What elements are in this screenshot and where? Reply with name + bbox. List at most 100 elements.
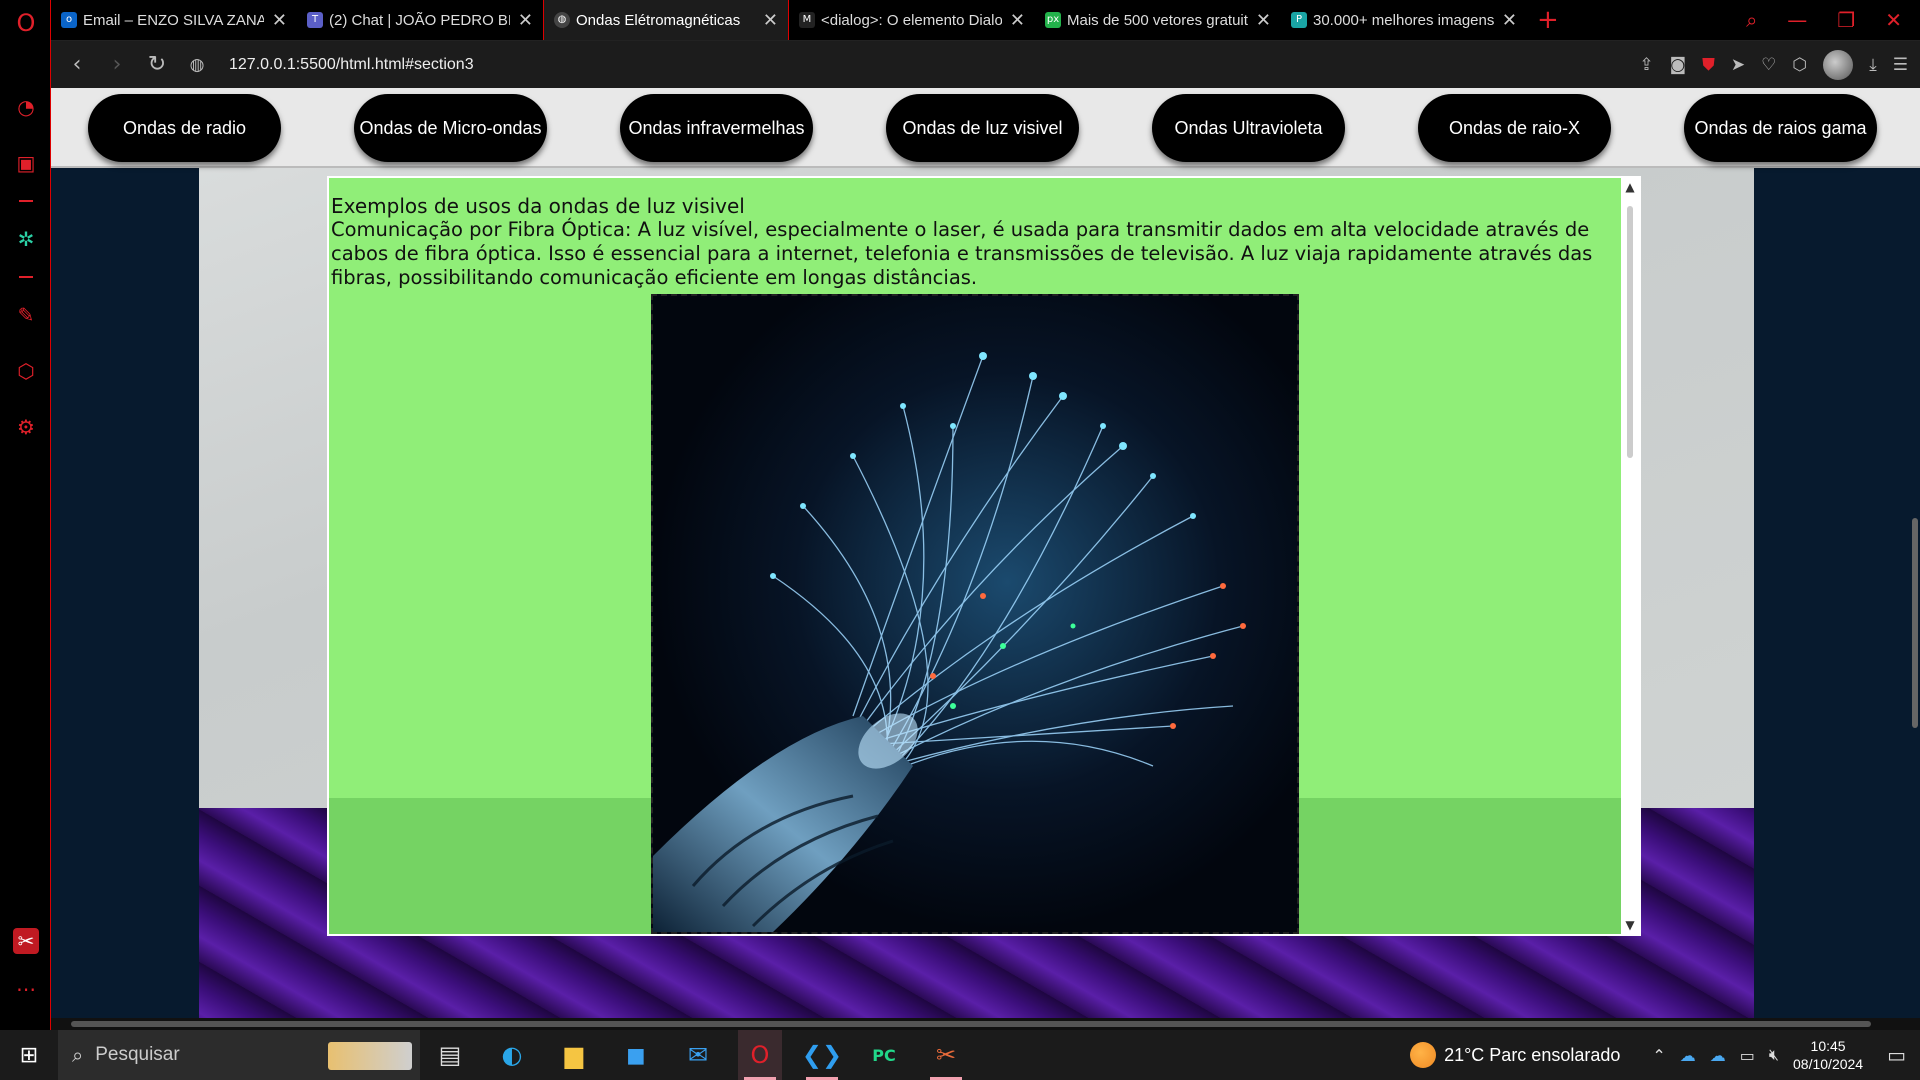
nav-button-luz-visivel[interactable]: Ondas de luz visivel bbox=[886, 94, 1079, 162]
close-tab-icon[interactable]: ✕ bbox=[518, 10, 533, 31]
scroll-thumb[interactable] bbox=[1627, 206, 1633, 458]
minimize-icon[interactable]: — bbox=[1787, 8, 1807, 32]
opera-logo-icon[interactable]: O bbox=[13, 10, 39, 36]
scroll-up-arrow-icon[interactable]: ▲ bbox=[1621, 180, 1639, 194]
pinboard-icon[interactable]: ✎ bbox=[13, 302, 39, 328]
photo-site-icon: P bbox=[1291, 12, 1307, 28]
clock-time: 10:45 bbox=[1810, 1038, 1846, 1054]
weather-text: 21°C Parc ensolarado bbox=[1444, 1044, 1621, 1065]
task-view-icon[interactable]: ▤ bbox=[428, 1030, 472, 1080]
tab-vetores[interactable]: px Mais de 500 vetores gratuitos ✕ bbox=[1035, 0, 1281, 40]
windows-start-icon[interactable]: ⊞ bbox=[0, 1043, 58, 1068]
menu-icon[interactable]: ☰ bbox=[1893, 55, 1908, 75]
restore-icon[interactable]: ❐ bbox=[1837, 8, 1855, 32]
sidebar-divider bbox=[19, 200, 33, 202]
chevron-up-icon[interactable]: ⌃ bbox=[1652, 1046, 1665, 1065]
tab-title: 30.000+ melhores imagens bbox=[1313, 11, 1494, 29]
heart-icon[interactable]: ♡ bbox=[1761, 55, 1776, 75]
address-bar: ‹ › ↻ ◍ 127.0.0.1:5500/html.html#section… bbox=[51, 40, 1920, 88]
reload-icon[interactable]: ↻ bbox=[137, 52, 177, 77]
fiber-optic-image bbox=[651, 294, 1299, 934]
tab-title: Email – ENZO SILVA ZANARDI bbox=[83, 11, 264, 29]
onedrive-icon[interactable]: ☁ bbox=[1680, 1046, 1696, 1065]
share-icon[interactable]: ⇪ bbox=[1639, 55, 1653, 75]
close-tab-icon[interactable]: ✕ bbox=[272, 10, 287, 31]
back-arrow-icon[interactable]: ‹ bbox=[57, 52, 97, 77]
file-explorer-icon[interactable]: ▆ bbox=[552, 1030, 596, 1080]
onedrive-personal-icon[interactable]: ☁ bbox=[1710, 1046, 1726, 1065]
edge-icon[interactable]: ◐ bbox=[490, 1030, 534, 1080]
page-nav: Ondas de radio Ondas de Micro-ondas Onda… bbox=[51, 88, 1920, 168]
browser-sidebar: O ◔ ▣ ✲ ✎ ⬡ ⚙ ✂ ⋯ bbox=[0, 0, 51, 1030]
send-icon[interactable]: ➤ bbox=[1731, 55, 1745, 75]
page-horizontal-scrollbar[interactable] bbox=[51, 1018, 1920, 1030]
nav-button-radio[interactable]: Ondas de radio bbox=[88, 94, 281, 162]
teams-icon: T bbox=[307, 12, 323, 28]
volume-muted-icon[interactable]: 🔇︎ bbox=[1769, 1045, 1779, 1065]
tab-email[interactable]: o Email – ENZO SILVA ZANARDI ✕ bbox=[51, 0, 297, 40]
camera-icon[interactable]: ◙ bbox=[1670, 55, 1687, 75]
clock[interactable]: 10:45 08/10/2024 bbox=[1793, 1037, 1863, 1073]
new-tab-plus-icon[interactable]: + bbox=[1537, 5, 1559, 35]
mail-icon[interactable]: ✉ bbox=[676, 1030, 720, 1080]
close-window-icon[interactable]: ✕ bbox=[1885, 8, 1902, 32]
site-info-globe-icon[interactable]: ◍ bbox=[177, 55, 217, 75]
cube-icon[interactable]: ⬡ bbox=[1792, 55, 1807, 75]
dialog-title: Exemplos de usos da ondas de luz visivel bbox=[331, 194, 745, 218]
tab-bar: o Email – ENZO SILVA ZANARDI ✕ T (2) Cha… bbox=[51, 0, 1920, 40]
tab-imagens[interactable]: P 30.000+ melhores imagens ✕ bbox=[1281, 0, 1527, 40]
notifications-icon[interactable]: ▭ bbox=[1887, 1043, 1906, 1067]
close-tab-icon[interactable]: ✕ bbox=[1256, 10, 1271, 31]
tab-dialog-mdn[interactable]: M <dialog>: O elemento Dialog ✕ bbox=[789, 0, 1035, 40]
page-vertical-scroll-thumb[interactable] bbox=[1912, 518, 1918, 728]
shopping-bag-icon[interactable]: ▣ bbox=[13, 150, 39, 176]
vscode-icon[interactable]: ❮❯ bbox=[800, 1030, 844, 1080]
search-tabs-icon[interactable]: ⌕ bbox=[1746, 8, 1757, 32]
weather-widget[interactable]: 21°C Parc ensolarado bbox=[1410, 1042, 1620, 1068]
search-placeholder: Pesquisar bbox=[95, 1044, 180, 1065]
tab-title: (2) Chat | JOÃO PEDRO BENTO bbox=[329, 11, 510, 29]
nav-button-raios-gama[interactable]: Ondas de raios gama bbox=[1684, 94, 1877, 162]
tab-title: <dialog>: O elemento Dialog bbox=[821, 11, 1002, 29]
url-field[interactable]: 127.0.0.1:5500/html.html#section3 bbox=[229, 56, 474, 74]
nav-button-infravermelhas[interactable]: Ondas infravermelhas bbox=[620, 94, 813, 162]
scroll-down-arrow-icon[interactable]: ▼ bbox=[1621, 918, 1639, 932]
extensions-cube-icon[interactable]: ⬡ bbox=[13, 358, 39, 384]
download-icon[interactable]: ⤓ bbox=[1869, 55, 1877, 75]
opera-taskbar-icon[interactable]: O bbox=[738, 1030, 782, 1080]
close-tab-icon[interactable]: ✕ bbox=[1502, 10, 1517, 31]
nav-button-raio-x[interactable]: Ondas de raio-X bbox=[1418, 94, 1611, 162]
more-dots-icon[interactable]: ⋯ bbox=[13, 976, 39, 1002]
tools-icon[interactable]: ✂ bbox=[13, 928, 39, 954]
dialog-text: Comunicação por Fibra Óptica: A luz visí… bbox=[331, 218, 1593, 289]
tab-title: Ondas Elétromagnéticas bbox=[576, 11, 741, 29]
mdn-icon: M bbox=[799, 12, 815, 28]
tab-chat[interactable]: T (2) Chat | JOÃO PEDRO BENTO ✕ bbox=[297, 0, 543, 40]
dialog-scrollbar[interactable]: ▲ ▼ bbox=[1621, 178, 1639, 934]
tab-ondas[interactable]: ◍ Ondas Elétromagnéticas ✕ bbox=[543, 0, 789, 40]
info-dialog: Exemplos de usos da ondas de luz visivel… bbox=[327, 176, 1641, 936]
close-tab-icon[interactable]: ✕ bbox=[1010, 10, 1025, 31]
nav-button-ultravioleta[interactable]: Ondas Ultravioleta bbox=[1152, 94, 1345, 162]
chatgpt-icon[interactable]: ✲ bbox=[13, 226, 39, 252]
weather-sun-icon bbox=[1410, 1042, 1437, 1068]
outlook-icon: o bbox=[61, 12, 77, 28]
speed-dial-icon[interactable]: ◔ bbox=[13, 94, 39, 120]
nav-button-micro-ondas[interactable]: Ondas de Micro-ondas bbox=[354, 94, 547, 162]
avatar[interactable] bbox=[1823, 50, 1854, 80]
pycharm-icon[interactable]: PC bbox=[862, 1030, 906, 1080]
microsoft-store-icon[interactable]: ◼ bbox=[614, 1030, 658, 1080]
scroll-thumb[interactable] bbox=[71, 1021, 1871, 1027]
page-viewport: Ondas de radio Ondas de Micro-ondas Onda… bbox=[51, 88, 1920, 1018]
window-controls: ⌕ — ❐ ✕ bbox=[1746, 0, 1920, 40]
sidebar-divider bbox=[19, 276, 33, 278]
clock-date: 08/10/2024 bbox=[1793, 1056, 1864, 1072]
search-highlight-image bbox=[328, 1042, 412, 1070]
taskbar-search[interactable]: ⌕ Pesquisar bbox=[58, 1030, 420, 1080]
battery-icon[interactable]: ▭ bbox=[1740, 1046, 1755, 1065]
snipping-tool-icon[interactable]: ✂ bbox=[924, 1030, 968, 1080]
close-tab-icon[interactable]: ✕ bbox=[763, 10, 778, 31]
forward-arrow-icon[interactable]: › bbox=[97, 52, 137, 77]
adblock-shield-icon[interactable]: ⛊ bbox=[1702, 55, 1715, 75]
settings-gear-icon[interactable]: ⚙ bbox=[13, 414, 39, 440]
